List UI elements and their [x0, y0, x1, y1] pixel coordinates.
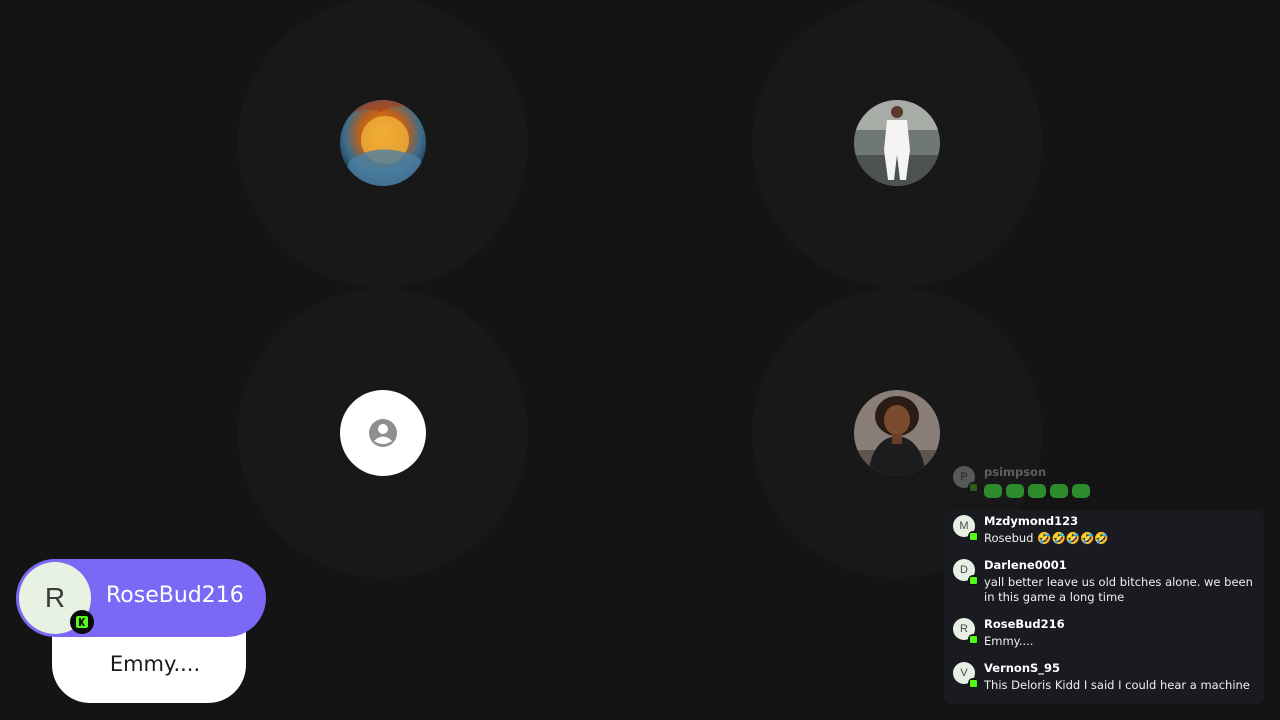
- seat-2-avatar[interactable]: [854, 100, 940, 186]
- chat-username[interactable]: VernonS_95: [984, 661, 1060, 675]
- seat-4-avatar[interactable]: [854, 390, 940, 476]
- default-person-icon: [369, 419, 397, 447]
- emote-icon: [1072, 484, 1090, 498]
- speaker-name: RoseBud216: [106, 583, 244, 608]
- chat-text: Rosebud 🤣🤣🤣🤣🤣: [984, 531, 1109, 545]
- seat-1-avatar[interactable]: [340, 100, 426, 186]
- chat-text: This Deloris Kidd I said I could hear a …: [984, 678, 1250, 692]
- chat-text: yall better leave us old bitches alone. …: [984, 575, 1253, 604]
- seat-3-avatar[interactable]: [340, 390, 426, 476]
- kick-badge-icon: [968, 678, 978, 688]
- audio-room: R RoseBud216 Emmy.... P psimpson M Mzdym…: [0, 0, 1280, 720]
- chat-username[interactable]: Darlene0001: [984, 558, 1067, 572]
- chat-username[interactable]: Mzdymond123: [984, 514, 1078, 528]
- kick-badge-icon: [968, 482, 978, 492]
- speaker-message: Emmy....: [109, 652, 201, 676]
- emote-icon: [1006, 484, 1024, 498]
- chat-username[interactable]: RoseBud216: [984, 617, 1065, 631]
- chat-emote-row: [984, 484, 1090, 498]
- chat-text: Emmy....: [984, 634, 1034, 648]
- globe-fire-image: [340, 100, 426, 186]
- kick-badge-icon: [968, 531, 978, 541]
- kick-badge-icon: [70, 610, 94, 634]
- emote-icon: [1050, 484, 1068, 498]
- emote-icon: [984, 484, 1002, 498]
- person-white-outfit-image: [854, 100, 940, 186]
- chat-username[interactable]: psimpson: [984, 465, 1046, 479]
- woman-leather-jacket-image: [854, 390, 940, 476]
- kick-badge-icon: [968, 634, 978, 644]
- emote-icon: [1028, 484, 1046, 498]
- kick-badge-icon: [968, 575, 978, 585]
- speaker-initial: R: [44, 582, 66, 613]
